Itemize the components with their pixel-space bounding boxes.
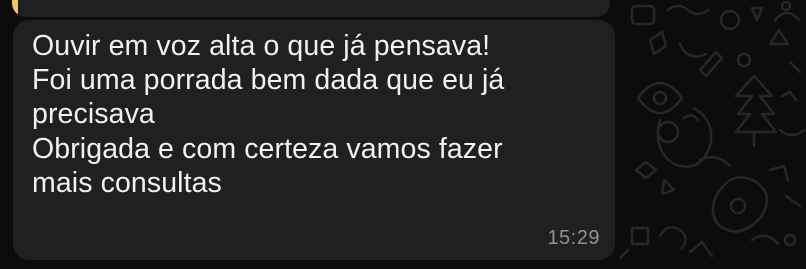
message-bubble[interactable]: Ouvir em voz alta o que já pensava! Foi … xyxy=(13,20,615,260)
doodle-group-middle xyxy=(636,28,806,168)
message-line: Obrigada e com certeza vamos fazer xyxy=(32,132,503,165)
message-line: Ouvir em voz alta o que já pensava! xyxy=(32,30,491,62)
message-text: Ouvir em voz alta o que já pensava! Foi … xyxy=(32,29,602,200)
message-line: Foi uma porrada bem dada que eu já xyxy=(32,64,505,97)
message-line: precisava xyxy=(32,98,155,131)
message-timestamp: 15:29 xyxy=(547,227,600,249)
previous-message-bubble xyxy=(12,0,610,17)
reply-accent-bar xyxy=(12,0,18,17)
doodle-group-top xyxy=(630,0,801,31)
message-line: mais consultas xyxy=(32,166,222,199)
chat-background: Ouvir em voz alta o que já pensava! Foi … xyxy=(0,0,806,269)
doodle-group-bottom xyxy=(618,155,802,260)
